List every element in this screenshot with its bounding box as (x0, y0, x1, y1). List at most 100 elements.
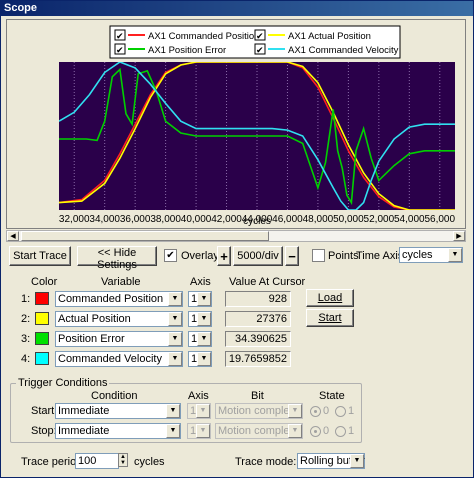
load-button-label: Load (317, 292, 343, 304)
variable-row-index: 4: (21, 353, 31, 365)
chevron-down-icon[interactable]: ▼ (197, 352, 211, 366)
trigger-axis-select: 1 ▼ (187, 423, 211, 439)
chevron-down-icon: ▼ (288, 404, 302, 418)
trigger-bit-value: Motion complete (218, 425, 299, 437)
trigger-state-0-radio (310, 426, 321, 437)
trigger-header-axis: Axis (188, 390, 209, 402)
axis-select[interactable]: 1 ▼ (188, 311, 212, 327)
x-tick-label: 56,000 (424, 214, 455, 225)
legend-check-mark: ✔ (116, 32, 124, 42)
trigger-condition-select[interactable]: Immediate ▼ (55, 403, 181, 419)
time-per-div-display: 5000/div (233, 246, 283, 266)
chevron-down-icon[interactable]: ▼ (168, 312, 182, 326)
scrollbar-thumb[interactable] (21, 231, 269, 241)
start-button[interactable]: Start (306, 309, 354, 327)
x-tick-label: 54,000 (394, 214, 425, 225)
legend-check-mark: ✔ (256, 32, 264, 42)
variable-name: Commanded Velocity (58, 353, 162, 365)
chevron-down-icon[interactable]: ▼ (197, 332, 211, 346)
zoom-in-button[interactable]: + (217, 246, 231, 266)
trigger-state-0-label: 0 (323, 425, 330, 437)
chevron-down-icon[interactable]: ▼ (166, 424, 180, 438)
variable-row-index: 2: (21, 313, 31, 325)
variable-select[interactable]: Position Error ▼ (55, 331, 183, 347)
legend-label: AX1 Position Error (148, 45, 226, 56)
variable-select[interactable]: Commanded Position ▼ (55, 291, 183, 307)
variable-select[interactable]: Commanded Velocity ▼ (55, 351, 183, 367)
chevron-down-icon[interactable]: ▼ (350, 454, 364, 468)
chevron-down-icon[interactable]: ▼ (168, 332, 182, 346)
points-checkbox[interactable] (312, 249, 325, 262)
plot-horizontal-scrollbar[interactable]: ◀ ▶ (6, 230, 466, 242)
trace-mode-select[interactable]: Rolling buffer ▼ (297, 453, 365, 469)
trigger-state-0-label: 0 (323, 405, 330, 417)
chevron-down-icon[interactable]: ▼ (448, 248, 462, 262)
legend-label: AX1 Commanded Position (148, 31, 259, 42)
header-value-at-cursor: Value At Cursor (229, 276, 306, 288)
chevron-down-icon[interactable]: ▼ (168, 292, 182, 306)
trigger-condition-value: Immediate (58, 425, 110, 437)
chevron-down-icon[interactable]: ▼ (168, 352, 182, 366)
variable-row-index: 3: (21, 333, 31, 345)
axis-select[interactable]: 1 ▼ (188, 291, 212, 307)
trigger-state-1-label: 1 (348, 405, 355, 417)
chevron-down-icon[interactable]: ▼ (197, 292, 211, 306)
trigger-condition-value: Immediate (58, 405, 110, 417)
trigger-state-0-radio (310, 406, 321, 417)
x-tick-label: 40,000 (181, 214, 212, 225)
time-axis-select[interactable]: cycles ▼ (399, 247, 463, 263)
variable-row-index: 1: (21, 293, 31, 305)
variable-color-swatch[interactable] (35, 352, 49, 365)
axis-select[interactable]: 1 ▼ (188, 331, 212, 347)
header-axis: Axis (190, 276, 211, 288)
scope-chart[interactable]: 32,000 34,000 36,000 38,000 40,000 42,000 44,0… (7, 20, 465, 228)
trigger-row-label: Start: (31, 405, 58, 417)
trace-period-input[interactable]: 100 (75, 453, 119, 469)
x-tick-label: 52,000 (364, 214, 395, 225)
x-tick-label: 46,000 (272, 214, 303, 225)
variable-color-swatch[interactable] (35, 332, 49, 345)
scope-window: Scope 32,000 34,000 36,000 38,000 40,000 42,0… (0, 0, 474, 478)
trace-period-spinner[interactable]: ▲ ▼ (118, 453, 128, 467)
variable-color-swatch[interactable] (35, 292, 49, 305)
zoom-out-button[interactable]: − (285, 246, 299, 266)
header-variable: Variable (101, 276, 141, 288)
x-tick-label: 32,000 (59, 214, 90, 225)
hide-settings-button[interactable]: << Hide Settings (77, 246, 157, 271)
trigger-condition-select[interactable]: Immediate ▼ (55, 423, 181, 439)
variable-select[interactable]: Actual Position ▼ (55, 311, 183, 327)
trigger-conditions-title: Trigger Conditions (16, 377, 110, 389)
points-label: Points (328, 250, 359, 262)
trigger-header-state: State (319, 390, 345, 402)
value-at-cursor: 19.7659852 (225, 351, 291, 367)
trigger-state-1-label: 1 (348, 425, 355, 437)
legend-check-mark: ✔ (116, 46, 124, 56)
scope-plot-panel: 32,000 34,000 36,000 38,000 40,000 42,000 44,0… (6, 19, 466, 229)
x-tick-label: 42,000 (211, 214, 242, 225)
overlay-label: Overlay (181, 250, 219, 262)
trigger-row-label: Stop: (31, 425, 57, 437)
legend-check-mark: ✔ (256, 46, 264, 56)
legend-label: AX1 Commanded Velocity (288, 45, 399, 56)
variable-name: Position Error (58, 333, 125, 345)
load-button[interactable]: Load (306, 289, 354, 307)
start-button-label: Start (318, 312, 342, 324)
x-tick-label: 34,000 (89, 214, 120, 225)
scroll-left-arrow-icon[interactable]: ◀ (7, 231, 19, 241)
x-tick-label: 50,000 (333, 214, 364, 225)
legend-label: AX1 Actual Position (288, 31, 371, 42)
overlay-checkbox[interactable]: ✔ (164, 249, 177, 262)
chevron-down-icon[interactable]: ▼ (166, 404, 180, 418)
x-tick-label: 48,000 (303, 214, 334, 225)
trace-period-value: 100 (78, 455, 97, 467)
chevron-down-icon[interactable]: ▼ (197, 312, 211, 326)
chevron-down-icon: ▼ (196, 404, 210, 418)
axis-select[interactable]: 1 ▼ (188, 351, 212, 367)
variable-color-swatch[interactable] (35, 312, 49, 325)
trace-period-cycles-label: cycles (134, 456, 165, 468)
value-at-cursor: 928 (225, 291, 291, 307)
start-trace-button[interactable]: Start Trace (9, 246, 71, 266)
scroll-right-arrow-icon[interactable]: ▶ (453, 231, 465, 241)
trigger-state-1-radio (335, 406, 346, 417)
value-at-cursor: 34.390625 (225, 331, 291, 347)
